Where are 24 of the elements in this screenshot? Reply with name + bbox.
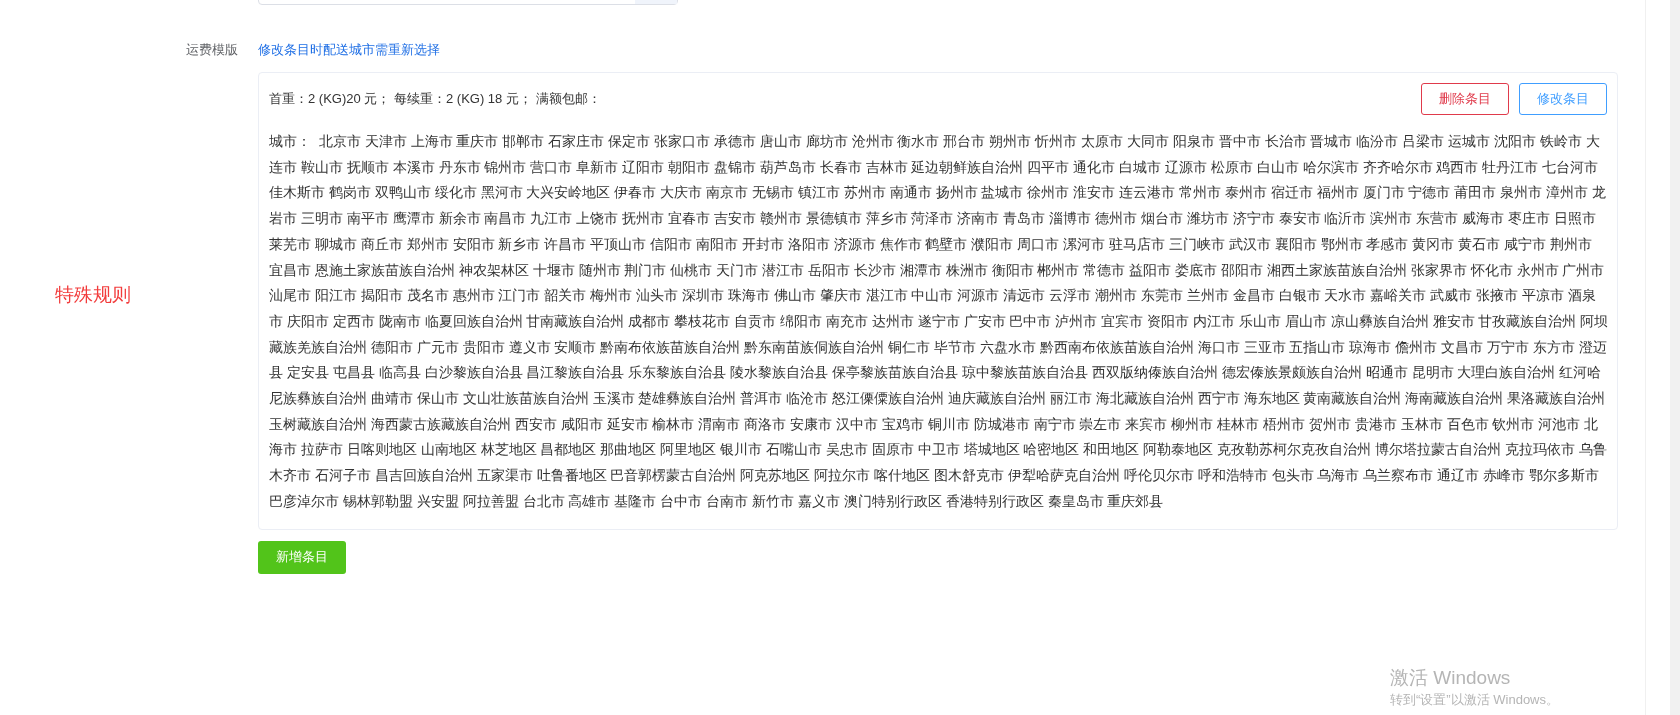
city-list-line: 巴彦淖尔市 锡林郭勒盟 兴安盟 阿拉善盟 台北市 高雄市 基隆市 台中市 台南市 新竹市 嘉义市 澳门特别行政区 香港特别行政区 秦皇岛市 重庆郊县 — [269, 491, 1164, 511]
city-list-line: 木齐市 石河子市 昌吉回族自治州 五家渠市 吐鲁番地区 巴音郭楞蒙古自治州 阿克苏地区 阿拉尔市 喀什地区 图木舒克市 伊犁哈萨克自治州 呼伦贝尔市 呼和浩特市 包头市 乌海市 乌兰察布市 通辽市 赤峰市 鄂尔多斯市 — [269, 466, 1599, 486]
city-list-line: 连市 鞍山市 抚顺市 本溪市 丹东市 锦州市 营口市 阜新市 辽阳市 朝阳市 盘锦市 葫芦岛市 长春市 吉林市 延边朝鲜族自治州 四平市 通化市 白城市 辽源市 松原市 白山市 哈尔滨市 齐齐哈尔市 鸡西市 牡丹江市 七台河市 — [269, 157, 1599, 177]
city-list-line: 莱芜市 聊城市 商丘市 郑州市 安阳市 新乡市 许昌市 平顶山市 信阳市 南阳市 开封市 洛阳市 济源市 焦作市 鹤壁市 濮阳市 周口市 漯河市 驻马店市 三门峡市 武汉市 襄阳市 鄂州市 孝感市 黄冈市 黄石市 咸宁市 荆州市 — [269, 234, 1593, 254]
city-list-line: 汕尾市 阳江市 揭阳市 茂名市 惠州市 江门市 韶关市 梅州市 汕头市 深圳市 珠海市 佛山市 肇庆市 湛江市 中山市 河源市 清远市 云浮市 潮州市 东莞市 兰州市 金昌市 白银市 天水市 嘉峪关市 武威市 张掖市 平凉市 酒泉 — [269, 286, 1596, 306]
city-list-line: 海市 拉萨市 日喀则地区 山南地区 林芝地区 昌都地区 那曲地区 阿里地区 银川市 石嘴山市 吴忠市 固原市 中卫市 塔城地区 哈密地区 和田地区 阿勒泰地区 克孜勒苏柯尔克孜自治州 博尔塔拉蒙古自治州 克拉玛依市 乌鲁 — [269, 440, 1607, 460]
activation-title: 激活 Windows — [1390, 666, 1512, 690]
rule-summary: 首重：2 (KG)20 元； 每续重：2 (KG) 18 元； 满额包邮： — [269, 90, 601, 108]
city-list-line: 玉树藏族自治州 海西蒙古族藏族自治州 西安市 咸阳市 延安市 榆林市 渭南市 商洛市 安康市 汉中市 宝鸡市 铜川市 防城港市 南宁市 崇左市 来宾市 柳州市 桂林市 梧州市 贺州市 贵港市 玉林市 百色市 钦州市 河池市 北 — [269, 414, 1599, 434]
field-label: 运费模版 — [186, 42, 238, 57]
edit-button[interactable]: 修改条目 — [1519, 83, 1607, 115]
delete-button[interactable]: 删除条目 — [1421, 83, 1509, 115]
add-button[interactable]: 新增条目 — [258, 540, 346, 574]
section-label: 特殊规则 — [55, 282, 131, 307]
city-list-line: 市 庆阳市 定西市 陇南市 临夏回族自治州 甘南藏族自治州 成都市 攀枝花市 自贡市 绵阳市 南充市 达州市 遂宁市 广安市 巴中市 泸州市 宜宾市 资阳市 内江市 乐山市 眉山市 凉山彝族自治州 雅安市 甘孜藏族自治州 阿坝 — [269, 311, 1609, 331]
hint-link[interactable]: 修改条目时配送城市需重新选择 — [258, 40, 440, 60]
city-list-line: 城市： 北京市 天津市 上海市 重庆市 邯郸市 石家庄市 保定市 张家口市 承德市 唐山市 廊坊市 沧州市 衡水市 邢台市 朔州市 忻州市 太原市 大同市 阳泉市 晋中市 长治市 晋城市 临汾市 吕梁市 运城市 沈阳市 铁岭市 大 — [269, 132, 1600, 151]
city-list-line: 县 定安县 屯昌县 临高县 白沙黎族自治县 昌江黎族自治县 乐东黎族自治县 陵水黎族自治县 保亭黎族苗族自治县 琼中黎族苗族自治县 西双版纳傣族自治州 德宏傣族景颇族自治州 昭通市 昆明市 大理白族自治州 红河哈 — [269, 363, 1602, 383]
city-list-line: 佳木斯市 鹤岗市 双鸭山市 绥化市 黑河市 大兴安岭地区 伊春市 大庆市 南京市 无锡市 镇江市 苏州市 南通市 扬州市 盐城市 徐州市 淮安市 连云港市 常州市 泰州市 宿迁市 福州市 厦门市 宁德市 莆田市 泉州市 漳州市 龙 — [269, 183, 1607, 203]
city-list-line: 尼族彝族自治州 曲靖市 保山市 文山壮族苗族自治州 玉溪市 楚雄彝族自治州 普洱市 临沧市 怒江傈僳族自治州 迪庆藏族自治州 丽江市 海北藏族自治州 西宁市 海东地区 黄南藏族自治州 海南藏族自治州 果洛藏族自治州 — [269, 389, 1606, 409]
city-list-line: 宜昌市 恩施土家族苗族自治州 神农架林区 十堰市 随州市 荆门市 仙桃市 天门市 潜江市 岳阳市 长沙市 湘潭市 株洲市 衡阳市 郴州市 常德市 益阳市 娄底市 邵阳市 湘西土家族苗族自治州 张家界市 怀化市 永州市 广州市 — [269, 260, 1605, 280]
activation-subtitle: 转到“设置”以激活 Windows。 — [1390, 691, 1559, 709]
city-list-line: 岩市 三明市 南平市 鹰潭市 新余市 南昌市 九江市 上饶市 抚州市 宜春市 吉安市 赣州市 景德镇市 萍乡市 菏泽市 济南市 青岛市 淄博市 德州市 烟台市 潍坊市 济宁市 泰安市 临沂市 滨州市 东营市 威海市 枣庄市 日照市 — [269, 209, 1596, 229]
city-list-line: 藏族羌族自治州 德阳市 广元市 贵阳市 遵义市 安顺市 黔南布依族苗族自治州 黔东南苗族侗族自治州 铜仁市 毕节市 六盘水市 黔西南布依族苗族自治州 海口市 三亚市 五指山市 琼海市 儋州市 文昌市 万宁市 东方市 澄迈 — [269, 337, 1607, 357]
